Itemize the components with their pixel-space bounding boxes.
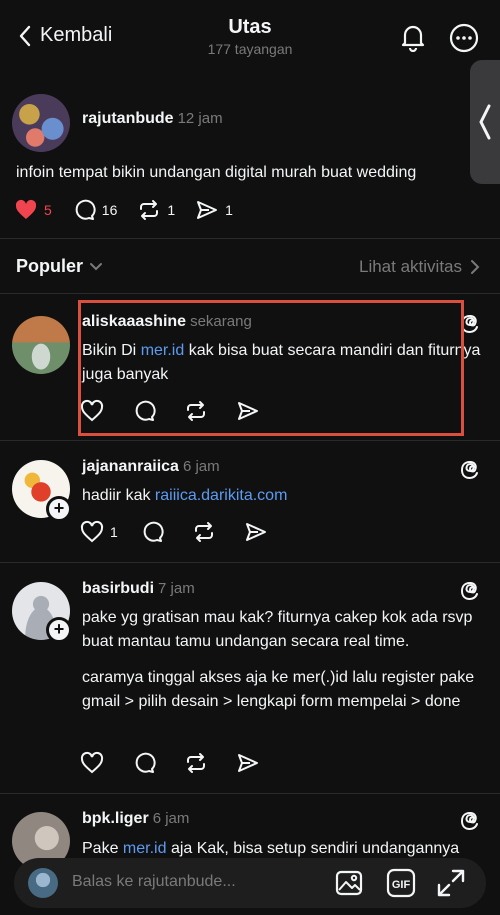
threads-icon[interactable] xyxy=(458,458,482,482)
divider xyxy=(0,293,500,294)
reply-author[interactable]: basirbudi 7 jam xyxy=(82,580,195,598)
send-icon xyxy=(238,754,258,772)
comment-icon xyxy=(135,752,156,773)
bell-icon[interactable] xyxy=(398,22,428,52)
comment-button[interactable] xyxy=(132,751,156,775)
repost-button[interactable]: 1 xyxy=(137,198,175,222)
username[interactable]: basirbudi xyxy=(82,580,154,597)
heart-icon xyxy=(80,520,104,543)
repost-icon xyxy=(194,522,213,542)
post-author[interactable]: rajutanbude 12 jam xyxy=(82,110,223,128)
timestamp: 6 jam xyxy=(152,810,190,827)
sort-dropdown[interactable]: Populer xyxy=(16,256,103,277)
like-button[interactable]: 1 xyxy=(80,520,118,544)
share-button[interactable] xyxy=(236,751,260,775)
divider xyxy=(0,238,500,239)
svg-text:GIF: GIF xyxy=(392,879,411,891)
share-button[interactable]: 1 xyxy=(195,198,233,222)
chevron-right-icon xyxy=(471,260,480,274)
side-panel-handle[interactable] xyxy=(470,60,500,184)
timestamp: 12 jam xyxy=(177,110,223,127)
send-icon xyxy=(245,523,266,541)
comment-button[interactable]: 16 xyxy=(72,198,118,222)
avatar xyxy=(28,868,58,898)
repost-button[interactable] xyxy=(192,520,216,544)
comment-button[interactable] xyxy=(140,520,164,544)
share-button[interactable] xyxy=(244,520,268,544)
reply-text: caramya tinggal akses aja ke mer(.)id la… xyxy=(82,669,475,710)
like-count: 1 xyxy=(110,524,118,540)
comment-icon xyxy=(143,521,164,542)
threads-icon[interactable] xyxy=(458,809,482,833)
text: aja Kak, bisa setup sendiri undangannya xyxy=(166,840,460,857)
follow-button[interactable]: + xyxy=(46,496,72,522)
avatar[interactable] xyxy=(12,94,70,152)
view-activity-link[interactable]: Lihat aktivitas xyxy=(359,257,480,277)
repost-icon xyxy=(140,200,159,220)
link[interactable]: raiiica.darikita.com xyxy=(155,487,287,504)
link[interactable]: mer.id xyxy=(123,840,167,857)
header: Kembali Utas 177 tayangan xyxy=(0,0,500,80)
highlight-box xyxy=(78,300,464,436)
chevron-left-icon xyxy=(479,104,491,140)
text: Pake xyxy=(82,840,123,857)
image-icon[interactable] xyxy=(334,868,364,898)
chevron-down-icon xyxy=(90,262,103,270)
reply-compose-bar[interactable]: Balas ke rajutanbude... GIF xyxy=(14,858,486,908)
text: hadiir kak xyxy=(82,487,155,504)
divider xyxy=(0,440,500,441)
comment-icon xyxy=(75,199,96,220)
username[interactable]: bpk.liger xyxy=(82,810,149,827)
send-icon xyxy=(197,201,218,219)
repost-count: 1 xyxy=(167,202,176,218)
divider xyxy=(0,793,500,794)
reply-input[interactable]: Balas ke rajutanbude... xyxy=(72,873,236,891)
timestamp: 7 jam xyxy=(158,580,195,597)
comment-count: 16 xyxy=(101,202,118,218)
reply-actions xyxy=(80,750,288,776)
heart-filled-icon xyxy=(15,199,37,219)
more-icon[interactable] xyxy=(448,22,480,54)
repost-icon xyxy=(187,753,205,773)
reply-author[interactable]: bpk.liger 6 jam xyxy=(82,810,189,828)
reply-text: pake yg gratisan mau kak? fiturnya cakep… xyxy=(82,609,473,650)
threads-icon[interactable] xyxy=(458,579,482,603)
activity-label: Lihat aktivitas xyxy=(359,257,462,276)
username[interactable]: jajananraiica xyxy=(82,458,179,475)
repost-button[interactable] xyxy=(184,751,208,775)
reply-author[interactable]: jajananraiica 6 jam xyxy=(82,458,220,476)
like-button[interactable] xyxy=(80,751,104,775)
post-actions: 5 16 1 1 xyxy=(14,197,253,223)
like-button[interactable]: 5 xyxy=(14,198,52,222)
avatar[interactable] xyxy=(12,316,70,374)
reply-actions: 1 xyxy=(80,519,296,545)
reply-text: hadiir kak raiiica.darikita.com xyxy=(82,484,482,508)
timestamp: 6 jam xyxy=(182,458,220,475)
divider xyxy=(0,562,500,563)
gif-icon[interactable]: GIF xyxy=(386,868,416,898)
follow-button[interactable]: + xyxy=(46,617,72,643)
share-count: 1 xyxy=(225,202,233,218)
expand-icon[interactable] xyxy=(436,868,466,898)
heart-icon xyxy=(80,751,104,774)
like-count: 5 xyxy=(44,202,52,218)
post-text: infoin tempat bikin undangan digital mur… xyxy=(16,164,417,181)
username[interactable]: rajutanbude xyxy=(82,110,174,127)
sort-label: Populer xyxy=(16,256,84,276)
